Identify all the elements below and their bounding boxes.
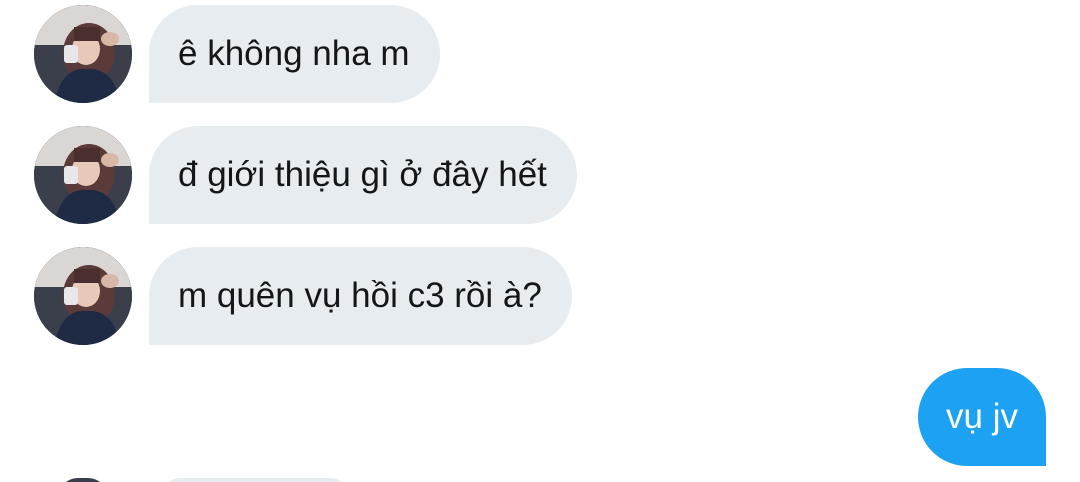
message-text: vụ jv [946, 397, 1018, 436]
incoming-message-bubble[interactable]: ê không nha m [149, 5, 440, 103]
user-avatar-icon [34, 126, 132, 224]
sender-avatar[interactable] [34, 126, 132, 224]
next-message-bubble-partial [160, 478, 350, 482]
user-avatar-icon [34, 5, 132, 103]
message-thread: ê không nha m đ giới thiệu gì ở đây hết [0, 0, 1080, 482]
sender-avatar[interactable] [34, 247, 132, 345]
next-sender-avatar-partial [58, 478, 108, 482]
incoming-message-bubble[interactable]: đ giới thiệu gì ở đây hết [149, 126, 577, 224]
message-text: đ giới thiệu gì ở đây hết [178, 155, 547, 194]
user-avatar-icon [34, 247, 132, 345]
outgoing-message-bubble[interactable]: vụ jv [918, 368, 1046, 466]
message-text: m quên vụ hồi c3 rồi à? [178, 276, 542, 315]
message-text: ê không nha m [178, 34, 410, 73]
incoming-message-bubble[interactable]: m quên vụ hồi c3 rồi à? [149, 247, 572, 345]
sender-avatar[interactable] [34, 5, 132, 103]
